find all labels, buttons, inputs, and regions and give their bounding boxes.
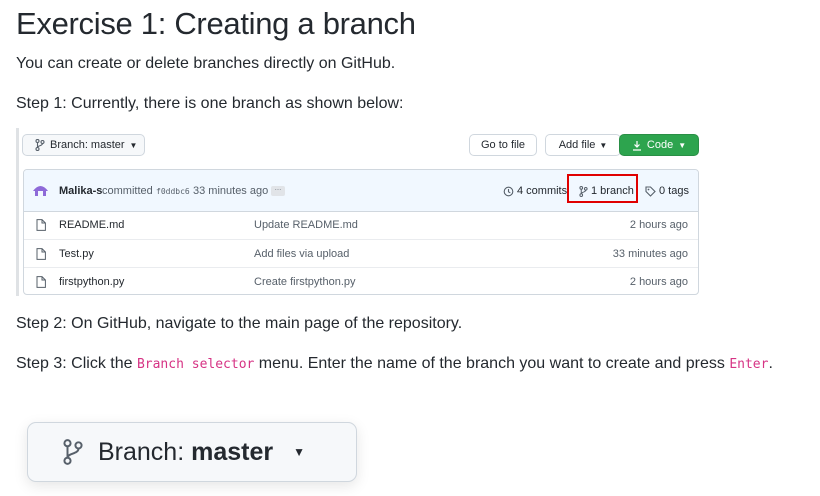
add-file-button[interactable]: Add file ▼ xyxy=(545,134,621,156)
file-icon xyxy=(36,276,46,288)
file-commit-message[interactable]: Update README.md xyxy=(254,219,358,231)
file-name[interactable]: firstpython.py xyxy=(59,276,124,288)
commit-sha[interactable]: f0ddbc6 xyxy=(156,187,190,196)
branch-selector-prefix: Branch: xyxy=(98,437,185,466)
step2-text: Step 2: On GitHub, navigate to the main … xyxy=(16,315,463,332)
file-age: 33 minutes ago xyxy=(612,248,688,260)
branch-selector-zoomed[interactable]: Branch: master ▼ xyxy=(27,422,357,482)
git-branch-icon xyxy=(63,439,83,465)
branch-selector-code: Branch selector xyxy=(136,357,255,372)
intro-text: You can create or delete branches direct… xyxy=(16,55,396,72)
commit-verb: committed xyxy=(102,185,153,197)
history-icon xyxy=(503,186,514,196)
file-name[interactable]: Test.py xyxy=(59,248,94,260)
branch-selector-value: master xyxy=(191,437,274,466)
code-button-label: Code xyxy=(646,139,674,151)
git-branch-icon xyxy=(35,139,45,151)
step3-pre: Step 3: Click the xyxy=(16,355,137,372)
latest-commit-row: Malika-s committed f0ddbc6 33 minutes ag… xyxy=(24,170,698,212)
file-commit-message[interactable]: Create firstpython.py xyxy=(254,276,356,288)
file-row[interactable]: README.md Update README.md 2 hours ago xyxy=(24,211,698,239)
file-browser: Malika-s committed f0ddbc6 33 minutes ag… xyxy=(23,169,699,295)
file-row[interactable]: Test.py Add files via upload 33 minutes … xyxy=(24,239,698,267)
file-icon xyxy=(36,219,46,231)
tag-icon xyxy=(645,185,656,197)
step3-text: Step 3: Click the Branch selector menu. … xyxy=(16,355,773,373)
branch-selector-button[interactable]: Branch: master ▼ xyxy=(22,134,145,156)
step3-mid: menu. Enter the name of the branch you w… xyxy=(254,355,730,372)
tag-count: 0 tags xyxy=(659,185,689,197)
step1-text: Step 1: Currently, there is one branch a… xyxy=(16,95,404,112)
page-title: Exercise 1: Creating a branch xyxy=(16,6,416,41)
github-repo-screenshot: Branch: master ▼ Go to file Add file ▼ C… xyxy=(16,128,700,296)
commit-ellipsis-button[interactable]: … xyxy=(271,185,285,196)
commit-author[interactable]: Malika-s xyxy=(59,185,102,197)
branch-count: 1 branch xyxy=(591,185,634,197)
tags-link[interactable]: 0 tags xyxy=(645,185,689,197)
chevron-down-icon: ▼ xyxy=(599,140,608,150)
file-age: 2 hours ago xyxy=(629,276,688,288)
chevron-down-icon: ▼ xyxy=(293,445,306,459)
file-name[interactable]: README.md xyxy=(59,219,124,231)
file-row[interactable]: firstpython.py Create firstpython.py 2 h… xyxy=(24,267,698,294)
commits-link[interactable]: 4 commits xyxy=(503,185,567,197)
code-button[interactable]: Code ▼ xyxy=(619,134,699,156)
chevron-down-icon: ▼ xyxy=(129,140,138,150)
file-icon xyxy=(36,248,46,260)
enter-key-code: Enter xyxy=(729,357,769,372)
file-age: 2 hours ago xyxy=(629,219,688,231)
avatar[interactable] xyxy=(32,183,49,197)
commits-count: 4 commits xyxy=(517,185,568,197)
add-file-label: Add file xyxy=(558,139,596,151)
go-to-file-button[interactable]: Go to file xyxy=(469,134,537,156)
screenshot-border xyxy=(16,128,19,296)
chevron-down-icon: ▼ xyxy=(678,140,687,150)
git-branch-icon xyxy=(579,185,588,197)
download-icon xyxy=(632,140,641,151)
file-commit-message[interactable]: Add files via upload xyxy=(254,248,349,260)
step3-post: . xyxy=(768,355,773,372)
branch-selector-value: master xyxy=(90,139,125,151)
branch-selector-prefix: Branch: xyxy=(50,139,88,151)
commit-age: 33 minutes ago xyxy=(193,185,269,197)
branches-link[interactable]: 1 branch xyxy=(579,185,634,197)
